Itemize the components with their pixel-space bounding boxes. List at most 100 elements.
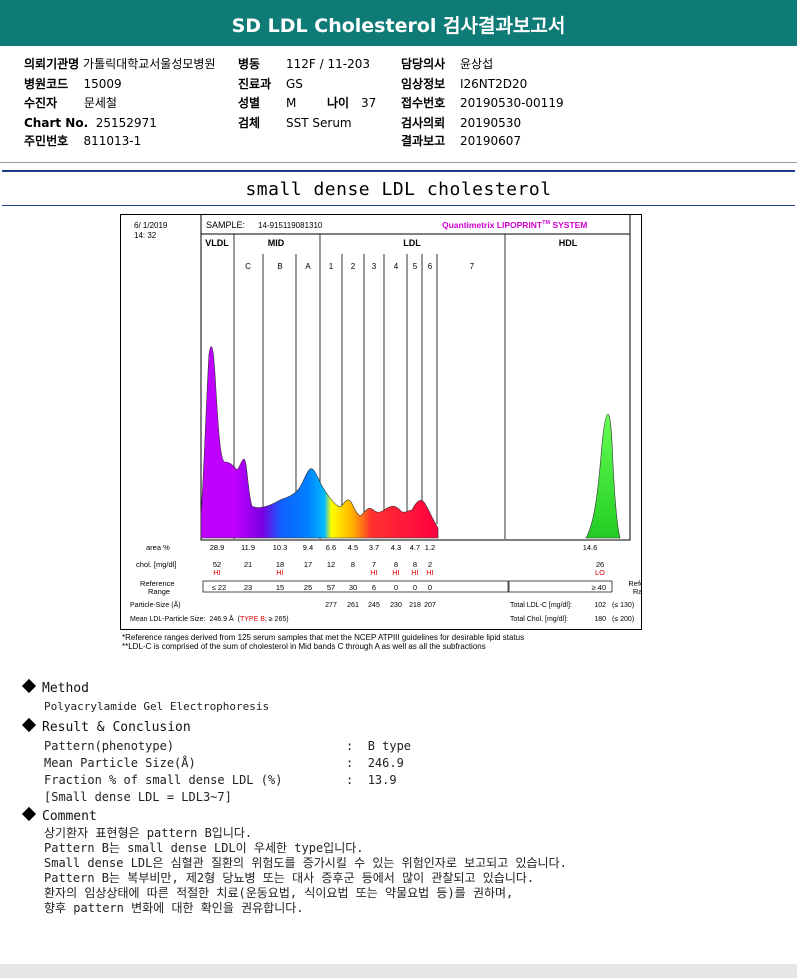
comment-line: Pattern B는 small dense LDL이 우세한 type입니다. xyxy=(44,841,364,855)
ref-value: 57 xyxy=(327,583,335,592)
system-name: Quantimetrix LIPOPRINTTM SYSTEM xyxy=(442,220,587,230)
footnote-2: **LDL-C is comprised of the sum of chole… xyxy=(122,642,486,651)
info-value: SST Serum xyxy=(286,116,352,130)
total-ldl-label: Total LDL-C [mg/dl]: xyxy=(510,602,572,609)
ref-value: 0 xyxy=(428,583,432,592)
chol-label: chol. [mg/dl] xyxy=(136,560,176,569)
area-value: 6.6 xyxy=(326,543,336,552)
info-label: 진료과 xyxy=(238,77,272,91)
info-value: 가톨릭대학교서울성모병원 xyxy=(83,57,216,71)
info-value: 20190530 xyxy=(460,116,522,130)
result-key: Mean Particle Size(Å) xyxy=(44,756,196,770)
chol-value: 12 xyxy=(327,560,335,569)
band-label: 4 xyxy=(394,262,399,271)
info-label: 성별 xyxy=(238,96,261,110)
chol-value: 17 xyxy=(304,560,312,569)
diamond-bullet-icon xyxy=(21,678,37,694)
report-title-bar: SD LDL Cholesterol 검사결과보고서 xyxy=(0,0,797,46)
group-vldl: VLDL xyxy=(205,238,229,248)
method-heading: Method xyxy=(21,678,89,696)
diamond-bullet-icon xyxy=(21,717,37,733)
sample-label: SAMPLE: xyxy=(206,220,245,230)
info-value: 윤상섭 xyxy=(460,57,494,71)
chol-flag: HI xyxy=(276,568,284,577)
result-key: Pattern(phenotype) xyxy=(44,739,175,753)
info-resident-no: 주민번호 811013-1 xyxy=(24,134,141,148)
info-value: 37 xyxy=(361,96,377,110)
info-label: 임상정보 xyxy=(401,77,446,91)
result-value: 246.9 xyxy=(367,756,404,770)
ref-value: ≤ 22 xyxy=(212,583,227,592)
result-heading: Result & Conclusion xyxy=(21,717,191,735)
comment-line: 상기환자 표현형은 pattern B입니다. xyxy=(44,826,253,840)
info-chart-no: Chart No. 25152971 xyxy=(24,116,157,130)
mean-size: Mean LDL-Particle Size: 246.9 Å (TYPE B; ≥… xyxy=(130,614,289,623)
comment-line: Small dense LDL은 심혈관 질환의 위험도를 증가시킬 수 있는 … xyxy=(44,856,567,870)
comment-line: 환자의 임상상태에 따른 적절한 치료(운동요법, 식이요법 또는 약물요법 등… xyxy=(44,886,514,900)
group-hdl: HDL xyxy=(559,238,578,248)
info-label: 주민번호 xyxy=(24,134,69,148)
area-value: 1.2 xyxy=(425,543,435,552)
area-label: area % xyxy=(146,543,170,552)
divider xyxy=(2,205,795,206)
particle-value: 245 xyxy=(368,602,380,609)
area-value: 4.7 xyxy=(410,543,420,552)
info-value: I26NT2D20 xyxy=(460,77,528,91)
info-value: 811013-1 xyxy=(83,134,142,148)
result-colon: : B type xyxy=(346,739,412,753)
particle-value: 218 xyxy=(409,602,421,609)
total-ldl: 102 xyxy=(594,602,606,609)
area-value: 28.9 xyxy=(210,543,225,552)
band-label: 3 xyxy=(372,262,377,271)
band-label: 1 xyxy=(329,262,334,271)
total-ldl-ref: (≤ 130) xyxy=(612,602,634,609)
area-value: 11.9 xyxy=(241,543,255,552)
divider xyxy=(0,162,797,163)
info-hospital: 의뢰기관명 가톨릭대학교서울성모병원 xyxy=(24,57,216,71)
chol-flag: HI xyxy=(411,568,419,577)
info-label: 검사의뢰 xyxy=(401,116,446,130)
particle-label: Particle-Size (Å) xyxy=(130,600,181,609)
chol-value: 8 xyxy=(351,560,355,569)
ref-value: 25 xyxy=(304,583,312,592)
info-hospital-code: 병원코드 15009 xyxy=(24,77,122,91)
total-chol-label: Total Chol. [mg/dl]: xyxy=(510,616,568,623)
ref-value: 0 xyxy=(394,583,398,592)
info-label: 나이 xyxy=(327,96,350,110)
chol-value: 21 xyxy=(244,560,252,569)
info-label: Chart No. xyxy=(24,116,89,130)
total-chol-ref: (≤ 200) xyxy=(612,616,634,623)
footnote-1: *Reference ranges derived from 125 serum… xyxy=(122,633,525,642)
info-value: GS xyxy=(286,77,303,91)
info-label: 검체 xyxy=(238,116,261,130)
info-label: 접수번호 xyxy=(401,96,446,110)
group-ldl: LDL xyxy=(403,238,421,248)
area-value: 4.3 xyxy=(391,543,401,552)
ref-value: 6 xyxy=(372,583,376,592)
hdl-area: 14.6 xyxy=(583,543,598,552)
area-value: 9.4 xyxy=(303,543,313,552)
chol-flag: HI xyxy=(392,568,400,577)
area-value: 10.3 xyxy=(273,543,288,552)
ref-value: 0 xyxy=(413,583,417,592)
info-value: 문세철 xyxy=(83,96,117,110)
chol-flag: HI xyxy=(213,568,221,577)
comment-line: Pattern B는 복부비만, 제2형 당뇨병 또는 대사 증후군 등에서 많… xyxy=(44,871,535,885)
particle-value: 207 xyxy=(424,602,436,609)
ref-value: 23 xyxy=(244,583,252,592)
ref-label-line: Range xyxy=(633,587,642,596)
info-value: 20190607 xyxy=(460,134,522,148)
divider xyxy=(2,170,795,172)
diamond-bullet-icon xyxy=(21,806,37,822)
info-value: 15009 xyxy=(83,77,122,91)
result-note: [Small dense LDL = LDL3~7] xyxy=(44,790,232,804)
group-mid: MID xyxy=(268,238,285,248)
report-date: 6/ 1/2019 xyxy=(134,221,168,230)
result-colon: : 246.9 xyxy=(346,756,404,770)
hdl-ref: ≥ 40 xyxy=(591,583,606,592)
ref-label-line: Range xyxy=(148,587,170,596)
comment-line: 향후 pattern 변화에 대한 확인을 권유합니다. xyxy=(44,901,304,915)
report-time: 14: 32 xyxy=(134,231,157,240)
ref-value: 30 xyxy=(349,583,357,592)
report-title: SD LDL Cholesterol 검사결과보고서 xyxy=(231,15,566,37)
